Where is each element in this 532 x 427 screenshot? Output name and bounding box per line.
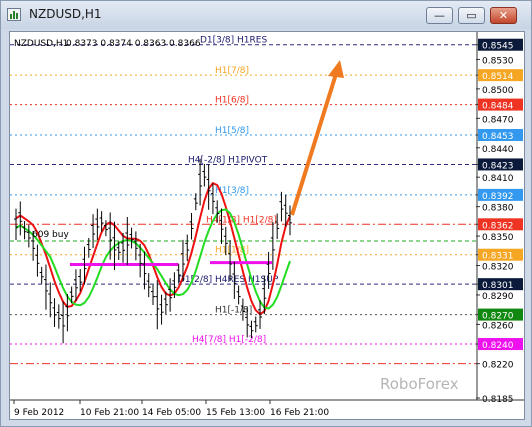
- chart-area[interactable]: D1[3/8] H1RES H1[7/8] H1[6/8] H1[5/8] H4[-2/…: [9, 31, 525, 420]
- forecast-arrow: [290, 60, 344, 216]
- y-tick-label: 0.8500: [482, 86, 514, 96]
- price-tag-text: 0.8514: [482, 72, 514, 82]
- y-tick-label: 0.8410: [482, 174, 514, 184]
- minimize-button[interactable]: —: [426, 7, 453, 24]
- level-label: D1[3/8] H1RES: [200, 36, 267, 46]
- price-chart[interactable]: D1[3/8] H1RESH1[7/8]H1[6/8]H1[5/8]H4[-2/…: [10, 32, 524, 419]
- y-tick-label: 0.8350: [482, 233, 514, 243]
- trade-annotation: 609 buy: [32, 230, 69, 240]
- y-tick-label: 0.8290: [482, 292, 514, 302]
- level-label: H4[7/8] H1[-2/8]: [192, 335, 266, 345]
- level-label: H1[7/8]: [215, 66, 249, 76]
- y-tick-label: 0.8440: [482, 145, 514, 155]
- close-button[interactable]: ✕: [490, 7, 517, 24]
- x-tick-label: 9 Feb 2012: [14, 408, 64, 418]
- ohlc-readout: 0.8373 0.8374 0.8363 0.8366: [66, 39, 201, 49]
- y-tick-label: 0.8320: [482, 263, 514, 273]
- symbol-label: NZDUSD,H1: [14, 39, 68, 49]
- x-tick-label: 15 Feb 13:00: [206, 408, 265, 418]
- maximize-button[interactable]: ▭: [458, 7, 485, 24]
- price-tag-text: 0.8453: [482, 132, 514, 142]
- x-tick-label: 14 Feb 05:00: [142, 408, 201, 418]
- price-tag-text: 0.8301: [482, 281, 514, 291]
- price-tag-text: 0.8392: [482, 192, 514, 202]
- price-tag-text: 0.8484: [482, 102, 514, 112]
- level-label: H1[5/8]: [215, 126, 249, 136]
- y-tick-label: 0.8470: [482, 115, 514, 125]
- title-bar[interactable]: NZDUSD,H1 — ▭ ✕: [1, 1, 531, 29]
- x-tick-label: 16 Feb 21:00: [270, 408, 329, 418]
- y-tick-label: 0.8260: [482, 321, 514, 331]
- level-label: H1[-1/8]: [215, 306, 252, 316]
- roboforex-watermark: RoboForex: [380, 375, 459, 393]
- chart-window: NZDUSD,H1 — ▭ ✕ D1[3/8] H1RES H1[7/8] H1[6…: [0, 0, 532, 427]
- price-tag-text: 0.8240: [482, 341, 514, 351]
- y-tick-label: 0.8530: [482, 56, 514, 66]
- chart-app-icon: [7, 8, 21, 21]
- price-tag-text: 0.8423: [482, 161, 514, 171]
- level-label: H1[6/8]: [215, 96, 249, 106]
- window-title: NZDUSD,H1: [29, 7, 102, 21]
- y-tick-label: 0.8220: [482, 361, 514, 371]
- y-tick-label: 0.8380: [482, 204, 514, 214]
- price-tag-text: 0.8545: [482, 42, 514, 52]
- price-tag-text: 0.8362: [482, 221, 514, 231]
- x-tick-label: 10 Feb 21:00: [80, 408, 139, 418]
- price-tag-text: 0.8331: [482, 252, 514, 262]
- price-tag-text: 0.8270: [482, 312, 514, 322]
